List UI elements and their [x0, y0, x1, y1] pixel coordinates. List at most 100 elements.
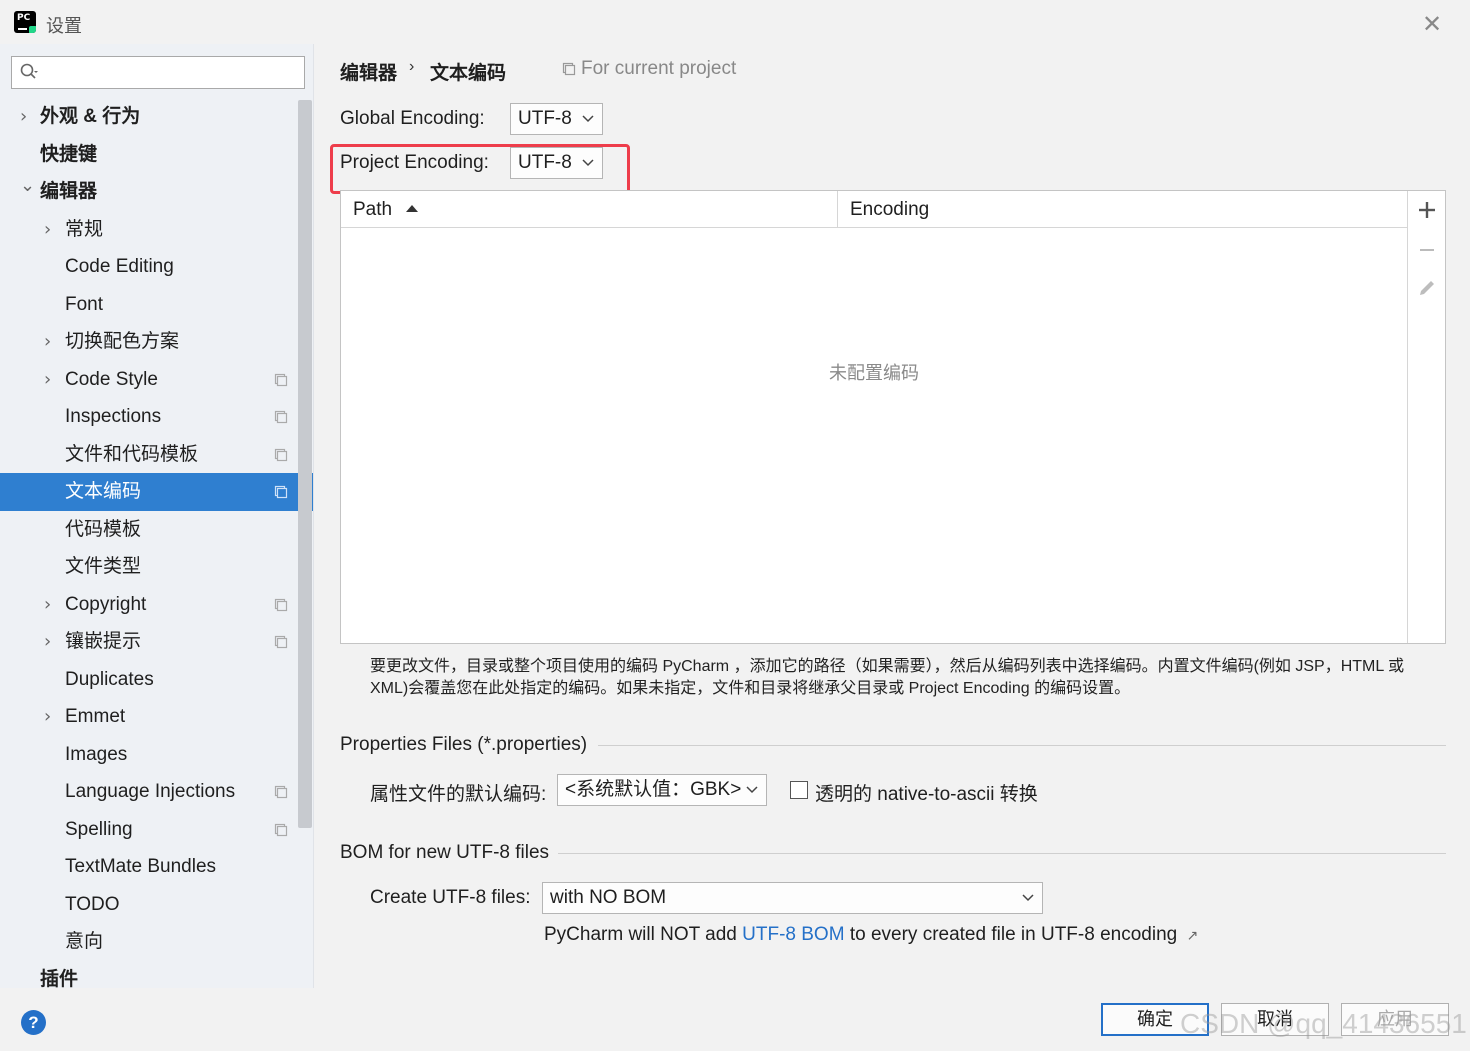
sidebar-item-label: 编辑器	[40, 181, 98, 202]
table-toolbar	[1407, 191, 1445, 643]
sidebar-item-label: 常规	[65, 218, 104, 240]
column-header-path-label: Path	[353, 199, 393, 220]
chevron-right-icon[interactable]: ›	[20, 98, 27, 136]
close-icon[interactable]: ✕	[1422, 10, 1442, 38]
sidebar-item[interactable]: 插件	[0, 961, 298, 989]
add-icon[interactable]	[1416, 199, 1438, 221]
search-icon	[20, 63, 38, 79]
sidebar-item[interactable]: ⌄ 编辑器	[0, 173, 298, 211]
chevron-right-icon[interactable]: ›	[44, 211, 51, 249]
sidebar-item[interactable]: Language Injections	[0, 773, 298, 811]
global-encoding-label: Global Encoding:	[340, 108, 485, 129]
sidebar-item[interactable]: TextMate Bundles	[0, 848, 298, 886]
chevron-right-icon[interactable]: ›	[44, 361, 51, 399]
help-button[interactable]: ?	[21, 1010, 46, 1035]
pycharm-logo-icon: PC	[14, 11, 36, 33]
apply-button[interactable]: 应用	[1341, 1003, 1449, 1036]
breadcrumb-separator: ›	[409, 58, 415, 75]
project-scope-icon	[274, 785, 288, 799]
chevron-right-icon[interactable]: ›	[44, 623, 51, 661]
project-scope-icon	[274, 373, 288, 386]
sidebar-item[interactable]: › Emmet	[0, 698, 298, 736]
column-header-encoding[interactable]: Encoding	[850, 191, 929, 228]
chevron-right-icon[interactable]: ›	[44, 323, 51, 361]
table-empty-text: 未配置编码	[829, 363, 919, 383]
properties-default-encoding-select[interactable]: <系统默认值：GBK>	[557, 774, 767, 806]
for-current-project-note: For current project	[581, 58, 737, 79]
chevron-down-icon	[1022, 894, 1034, 902]
sidebar-item[interactable]: 代码模板	[0, 511, 298, 549]
sidebar-item-label: Code Editing	[65, 256, 174, 277]
chevron-right-icon[interactable]: ›	[44, 698, 51, 736]
sidebar-item-label: 意向	[65, 931, 104, 952]
utf8-bom-link[interactable]: UTF-8 BOM	[742, 924, 844, 945]
sidebar-item-label: 快捷键	[40, 143, 98, 165]
ok-button[interactable]: 确定	[1101, 1003, 1209, 1036]
column-header-path[interactable]: Path	[353, 191, 419, 228]
sidebar-item[interactable]: › 切换配色方案	[0, 323, 298, 361]
sidebar-item[interactable]: 文本编码	[0, 473, 313, 511]
sidebar-item[interactable]: Font	[0, 286, 298, 324]
chevron-down-icon	[746, 786, 758, 794]
table-header: Path Encoding	[341, 191, 1407, 228]
sidebar-item[interactable]: › Code Style	[0, 361, 298, 399]
create-utf8-files-value: with NO BOM	[550, 887, 667, 908]
sidebar-item-label: 文件和代码模板	[65, 443, 199, 465]
sidebar-item-label: Font	[65, 293, 104, 315]
sidebar-scrollbar[interactable]	[298, 100, 312, 828]
sidebar-item[interactable]: 文件类型	[0, 548, 298, 586]
sidebar-item-label: Language Injections	[65, 781, 236, 802]
column-divider[interactable]	[837, 191, 838, 228]
bom-note: PyCharm will NOT add UTF-8 BOM to every …	[544, 924, 1198, 946]
sidebar-item[interactable]: › 常规	[0, 211, 298, 249]
sidebar-item[interactable]: 文件和代码模板	[0, 436, 298, 474]
cancel-button[interactable]: 取消	[1221, 1003, 1329, 1036]
edit-pencil-icon[interactable]	[1416, 277, 1438, 299]
project-scope-icon	[274, 598, 288, 611]
sidebar-item[interactable]: 快捷键	[0, 136, 298, 174]
project-scope-icon	[274, 823, 288, 836]
transparent-native-to-ascii-checkbox[interactable]	[790, 781, 808, 799]
breadcrumb-parent[interactable]: 编辑器	[340, 58, 397, 85]
dialog-footer: ? 确定 取消 应用 CSDN @qq_41436551	[0, 988, 1470, 1051]
sidebar-item[interactable]: Spelling	[0, 811, 298, 849]
sidebar-item[interactable]: Inspections	[0, 398, 298, 436]
sidebar-item[interactable]: TODO	[0, 886, 298, 924]
transparent-native-to-ascii-label[interactable]: 透明的 native-to-ascii 转换	[815, 779, 1038, 806]
settings-sidebar: › 外观 & 行为 快捷键 ⌄ 编辑器 › 常规 Code Editing Font › 切换配色方…	[0, 44, 314, 988]
encoding-hint-text: 要更改文件，目录或整个项目使用的编码 PyCharm ，添加它的路径（如果需要）…	[370, 658, 1405, 697]
sidebar-item[interactable]: › Copyright	[0, 586, 298, 624]
project-scope-icon	[274, 485, 288, 499]
sidebar-item[interactable]: Code Editing	[0, 248, 298, 286]
chevron-down-icon[interactable]: ⌄	[20, 167, 35, 205]
global-encoding-select[interactable]: UTF-8	[510, 103, 603, 135]
sidebar-item-label: 代码模板	[65, 518, 142, 540]
settings-tree: › 外观 & 行为 快捷键 ⌄ 编辑器 › 常规 Code Editing Font › 切换配色方…	[0, 98, 313, 989]
create-utf8-files-select[interactable]: with NO BOM	[542, 882, 1043, 914]
sidebar-item-label: 文件类型	[65, 556, 142, 577]
settings-search-input[interactable]	[11, 56, 305, 89]
chevron-down-icon	[582, 115, 594, 123]
sidebar-item[interactable]: Images	[0, 736, 298, 774]
sidebar-item-label: Copyright	[65, 593, 147, 615]
sidebar-item[interactable]: Duplicates	[0, 661, 298, 699]
sidebar-item-label: Inspections	[65, 406, 162, 427]
sidebar-item-label: 切换配色方案	[65, 331, 180, 352]
global-encoding-value: UTF-8	[518, 108, 572, 129]
project-scope-icon	[274, 448, 288, 461]
sidebar-item-label: Images	[65, 743, 128, 765]
project-scope-icon	[562, 62, 576, 76]
external-link-icon[interactable]: ↗	[1187, 927, 1199, 943]
sidebar-item[interactable]: › 镶嵌提示	[0, 623, 298, 661]
chevron-right-icon[interactable]: ›	[44, 586, 51, 624]
sidebar-item[interactable]: › 外观 & 行为	[0, 98, 298, 136]
sidebar-item[interactable]: 意向	[0, 923, 298, 961]
remove-icon[interactable]	[1416, 239, 1438, 261]
properties-section-title: Properties Files (*.properties)	[340, 734, 596, 756]
project-encoding-select[interactable]: UTF-8	[510, 147, 603, 179]
project-encoding-label: Project Encoding:	[340, 152, 489, 173]
project-scope-icon	[274, 635, 288, 649]
sidebar-item-label: 文本编码	[65, 481, 142, 502]
properties-default-encoding-value: <系统默认值：GBK>	[565, 779, 742, 800]
section-divider	[558, 853, 1446, 854]
